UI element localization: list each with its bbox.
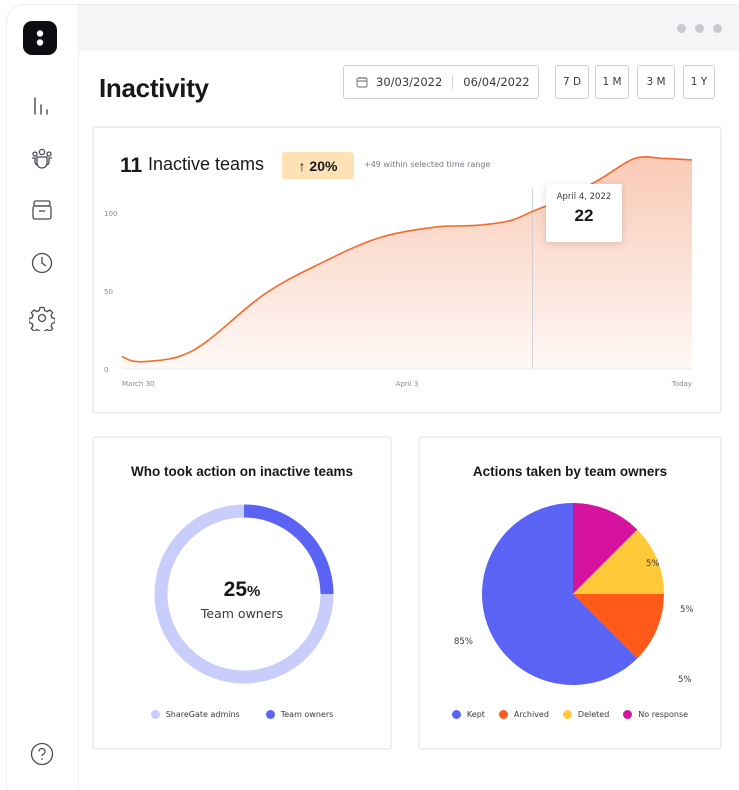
dot — [677, 24, 686, 33]
who-took-action-card: Who took action on inactive teams 25% Te… — [93, 437, 391, 749]
teams-icon[interactable] — [29, 145, 55, 171]
legend-label: Team owners — [280, 710, 334, 719]
x-tick-label: April 3 — [396, 380, 419, 388]
x-tick-label: March 30 — [122, 380, 154, 388]
date-separator — [452, 75, 454, 89]
chart-tooltip: April 4, 2022 22 — [546, 184, 622, 242]
y-tick-label: 0 — [104, 366, 108, 374]
legend-label: No response — [638, 710, 689, 719]
range-7d-button[interactable]: 7 D — [555, 65, 589, 99]
donut-center-label: Team owners — [200, 606, 284, 621]
clock-icon[interactable] — [29, 250, 55, 276]
help-icon[interactable] — [29, 741, 55, 767]
legend-label: ShareGate admins — [165, 710, 240, 719]
actions-by-owners-card: Actions taken by team owners 5% 5% 5% 85% K… — [419, 437, 721, 749]
date-start: 30/03/2022 — [376, 75, 443, 89]
range-3m-button[interactable]: 3 M — [637, 65, 675, 99]
legend-swatch — [498, 710, 508, 719]
tooltip-value: 22 — [574, 206, 594, 225]
donut-center-unit: % — [247, 583, 261, 600]
donut-legend: ShareGate admins Team owners — [94, 710, 390, 719]
legend-label: Deleted — [577, 710, 610, 719]
inactive-count: 11 — [120, 154, 143, 177]
pie-data-label: 5% — [646, 559, 660, 569]
change-note: +49 within selected time range — [364, 160, 491, 169]
donut-center-number: 25 — [223, 578, 247, 601]
legend-swatch — [451, 710, 461, 719]
legend-item: Deleted — [562, 710, 610, 719]
x-tick-label: Today — [671, 380, 692, 388]
settings-icon[interactable] — [28, 305, 56, 335]
legend-item: No response — [623, 710, 688, 719]
sharegate-logo[interactable] — [23, 21, 57, 55]
pie-legend: Kept Archived Deleted No response — [420, 710, 720, 719]
legend-label: Kept — [466, 710, 485, 719]
date-end: 06/04/2022 — [463, 75, 530, 89]
legend-swatch — [150, 710, 160, 719]
legend-item: Team owners — [265, 710, 334, 719]
date-range-picker[interactable]: 30/03/2022 06/04/2022 — [343, 65, 539, 99]
legend-swatch — [265, 710, 275, 719]
pie-data-label: 85% — [454, 637, 473, 647]
archive-icon[interactable] — [29, 197, 55, 223]
donut-center-value: 25% — [94, 578, 390, 602]
window-menu-dots[interactable] — [677, 24, 722, 33]
dot — [695, 24, 704, 33]
range-1y-button[interactable]: 1 Y — [683, 65, 715, 99]
pie-data-label: 5% — [680, 605, 694, 615]
legend-swatch — [623, 710, 633, 719]
change-badge: ↑ 20% — [282, 152, 354, 179]
bar-chart-icon[interactable] — [29, 93, 55, 119]
page-title: Inactivity — [99, 73, 209, 103]
y-tick-label: 100 — [104, 210, 117, 218]
legend-item: Archived — [498, 710, 549, 719]
dot — [713, 24, 722, 33]
inactive-teams-card: 0 50 100 March 30 April 3 Today 11 Inactive t… — [93, 127, 721, 413]
legend-swatch — [562, 710, 572, 719]
tooltip-date: April 4, 2022 — [556, 192, 612, 202]
calendar-icon — [356, 77, 368, 88]
title-bar — [77, 5, 739, 51]
app-window: Inactivity 30/03/2022 06/04/2022 7 D 1 M… — [6, 4, 739, 790]
inactive-label: Inactive teams — [148, 154, 265, 174]
legend-item: ShareGate admins — [150, 710, 240, 719]
pie-data-label: 5% — [678, 675, 692, 685]
legend-item: Kept — [451, 710, 485, 719]
y-tick-label: 50 — [104, 288, 113, 296]
sidebar — [7, 5, 79, 790]
range-1m-button[interactable]: 1 M — [595, 65, 629, 99]
legend-label: Archived — [513, 710, 549, 719]
actions-pie-chart: 5% 5% 5% 85% — [454, 503, 694, 685]
main-content: Inactivity 30/03/2022 06/04/2022 7 D 1 M… — [79, 51, 739, 790]
